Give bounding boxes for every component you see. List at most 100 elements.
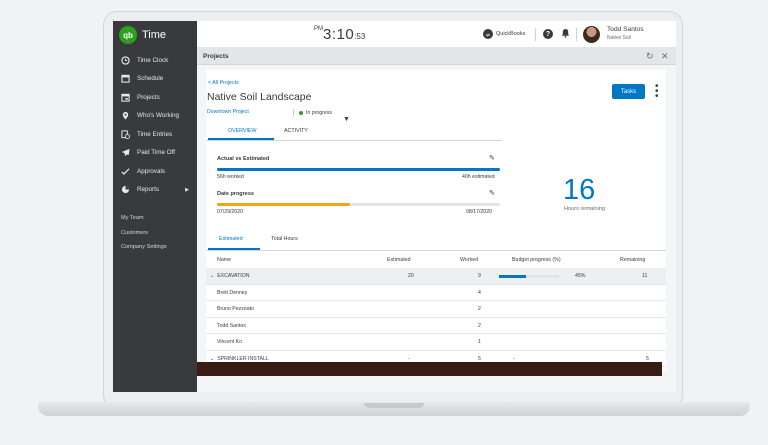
pie-icon [121, 185, 130, 194]
row-estimated: 20 [408, 273, 414, 279]
tab-overview[interactable]: OVERVIEW [228, 128, 256, 134]
table-row[interactable]: Vincent Ko 1 [206, 334, 666, 351]
edit-icon[interactable]: ✎ [489, 189, 495, 197]
sidebar-item-label: Reports [137, 186, 160, 194]
chevron-down-icon[interactable]: ▼ [343, 116, 350, 123]
back-link[interactable]: < All Projects [208, 80, 239, 86]
sidebar-item-customers[interactable]: Customers [121, 226, 167, 241]
panel-header: Projects ↻ ✕ [197, 48, 676, 65]
sidebar-secondary: My Team Customers Company Settings [121, 211, 167, 255]
table-row[interactable]: ⌄ EXCAVATION 20 9 45% 11 [206, 268, 666, 285]
sidebar: qb Time Time Clock Schedule Projects Who… [113, 21, 197, 392]
table-row[interactable]: Bruno Pezzeato 2 [206, 301, 666, 318]
calendar-icon [121, 74, 130, 83]
hours-remaining-value: 16 [563, 174, 596, 206]
clock-icon [121, 56, 130, 65]
sidebar-item-label: Time Clock [137, 56, 169, 64]
app-screen: qb Time Time Clock Schedule Projects Who… [113, 21, 676, 392]
status-dot-icon [299, 110, 303, 115]
row-name: Vincent Ko [217, 339, 242, 345]
brand[interactable]: qb Time [119, 26, 166, 44]
avatar[interactable] [583, 26, 600, 43]
refresh-icon[interactable]: ↻ [646, 51, 654, 62]
qb-mini-icon: qb [483, 29, 493, 39]
row-name: ⌄ EXCAVATION [210, 273, 250, 279]
hours-tabs: Estimated Total Hours [206, 234, 666, 251]
clock-hours-minutes: 3:10 [323, 26, 355, 43]
tasks-button[interactable]: Tasks [612, 84, 645, 99]
column-header-name: Name [217, 257, 232, 263]
column-header-worked: Worked [460, 257, 479, 263]
sidebar-item-projects[interactable]: Projects [113, 88, 197, 107]
sidebar-item-reports[interactable]: Reports ▶ [113, 181, 197, 200]
worked-hours: 56h worked [217, 174, 244, 180]
row-worked: 4 [478, 289, 481, 296]
budget-progress-fill [499, 275, 526, 278]
project-card: < All Projects Native Soil Landscape Dow… [206, 70, 666, 370]
main-content: < All Projects Native Soil Landscape Dow… [197, 65, 676, 392]
active-tab-indicator [208, 138, 274, 140]
app-name: Time [142, 29, 167, 41]
sidebar-item-label: Time Entries [137, 130, 173, 138]
bell-icon[interactable] [561, 28, 570, 40]
row-name: ⌄ SPRINKLER INSTALL [210, 355, 269, 362]
start-date: 07/29/2020 [217, 209, 243, 215]
status-label: In progress [306, 109, 332, 116]
sidebar-item-time-clock[interactable]: Time Clock [113, 51, 197, 70]
actual-vs-estimated-label: Actual vs Estimated [217, 156, 270, 162]
chevron-down-icon: ⌄ [210, 355, 215, 362]
sidebar-item-approvals[interactable]: Approvals [113, 162, 197, 181]
table-row[interactable]: Todd Santos 2 [206, 318, 666, 334]
sidebar-item-label: Paid Time Off [137, 149, 176, 157]
bottom-strip [197, 362, 662, 376]
sidebar-item-label: Schedule [137, 75, 164, 83]
column-header-budget: Budget progress (%) [512, 257, 561, 263]
user-name[interactable]: Todd Santos [607, 26, 644, 33]
end-date: 08/17/2020 [466, 209, 492, 215]
sidebar-item-company-settings[interactable]: Company Settings [121, 240, 167, 255]
check-icon [121, 167, 130, 176]
edit-icon[interactable]: ✎ [489, 154, 495, 162]
tab-activity[interactable]: ACTIVITY [284, 128, 308, 134]
sidebar-item-my-team[interactable]: My Team [121, 211, 167, 226]
quickbooks-label: QuickBooks [496, 31, 526, 37]
tab-estimated[interactable]: Estimated [219, 236, 243, 242]
sidebar-item-whos-working[interactable]: Who's Working [113, 107, 197, 126]
row-worked: 2 [478, 322, 481, 329]
laptop-notch [364, 403, 424, 408]
tab-total-hours[interactable]: Total Hours [271, 236, 298, 242]
row-budget-pct: 45% [575, 273, 586, 279]
row-worked: 5 [478, 355, 481, 362]
row-worked: 2 [478, 306, 481, 312]
row-name: Bruno Pezzeato [217, 306, 254, 312]
column-header-remaining: Remaining [620, 257, 646, 263]
more-options-icon[interactable]: • • • [655, 82, 659, 102]
sidebar-item-schedule[interactable]: Schedule [113, 70, 197, 89]
status-badge[interactable]: In progress [293, 109, 332, 116]
clock-ampm: PM [314, 26, 323, 32]
sidebar-item-paid-time-off[interactable]: Paid Time Off [113, 144, 197, 163]
help-icon[interactable]: ? [543, 29, 553, 39]
sidebar-item-label: Projects [137, 93, 160, 101]
row-worked: 1 [478, 339, 481, 345]
divider [535, 28, 536, 41]
sidebar-item-time-entries[interactable]: Time Entries [113, 125, 197, 144]
top-bar: PM3:10:53 qb QuickBooks ? Todd Santos Na… [197, 21, 676, 48]
table-row[interactable]: Brett Denney 4 [206, 285, 666, 301]
sidebar-item-label: Who's Working [137, 112, 180, 120]
plane-icon [121, 148, 130, 157]
panel-title: Projects [203, 53, 229, 60]
row-remaining: 11 [642, 273, 648, 279]
overview-tabs: OVERVIEW ACTIVITY [206, 125, 502, 141]
parent-project-link[interactable]: Downtown Project [207, 109, 249, 115]
quickbooks-link[interactable]: qb QuickBooks [483, 29, 525, 39]
row-budget-pct: - [513, 355, 515, 362]
qb-logo-icon: qb [119, 26, 137, 44]
row-name: Todd Santos [217, 322, 246, 329]
sidebar-nav: Time Clock Schedule Projects Who's Worki… [113, 51, 197, 199]
row-estimated: - [408, 355, 410, 362]
row-remaining: 5 [646, 355, 649, 362]
close-icon[interactable]: ✕ [661, 51, 669, 62]
calendar-check-icon [121, 93, 130, 102]
sidebar-item-label: Approvals [137, 167, 166, 175]
